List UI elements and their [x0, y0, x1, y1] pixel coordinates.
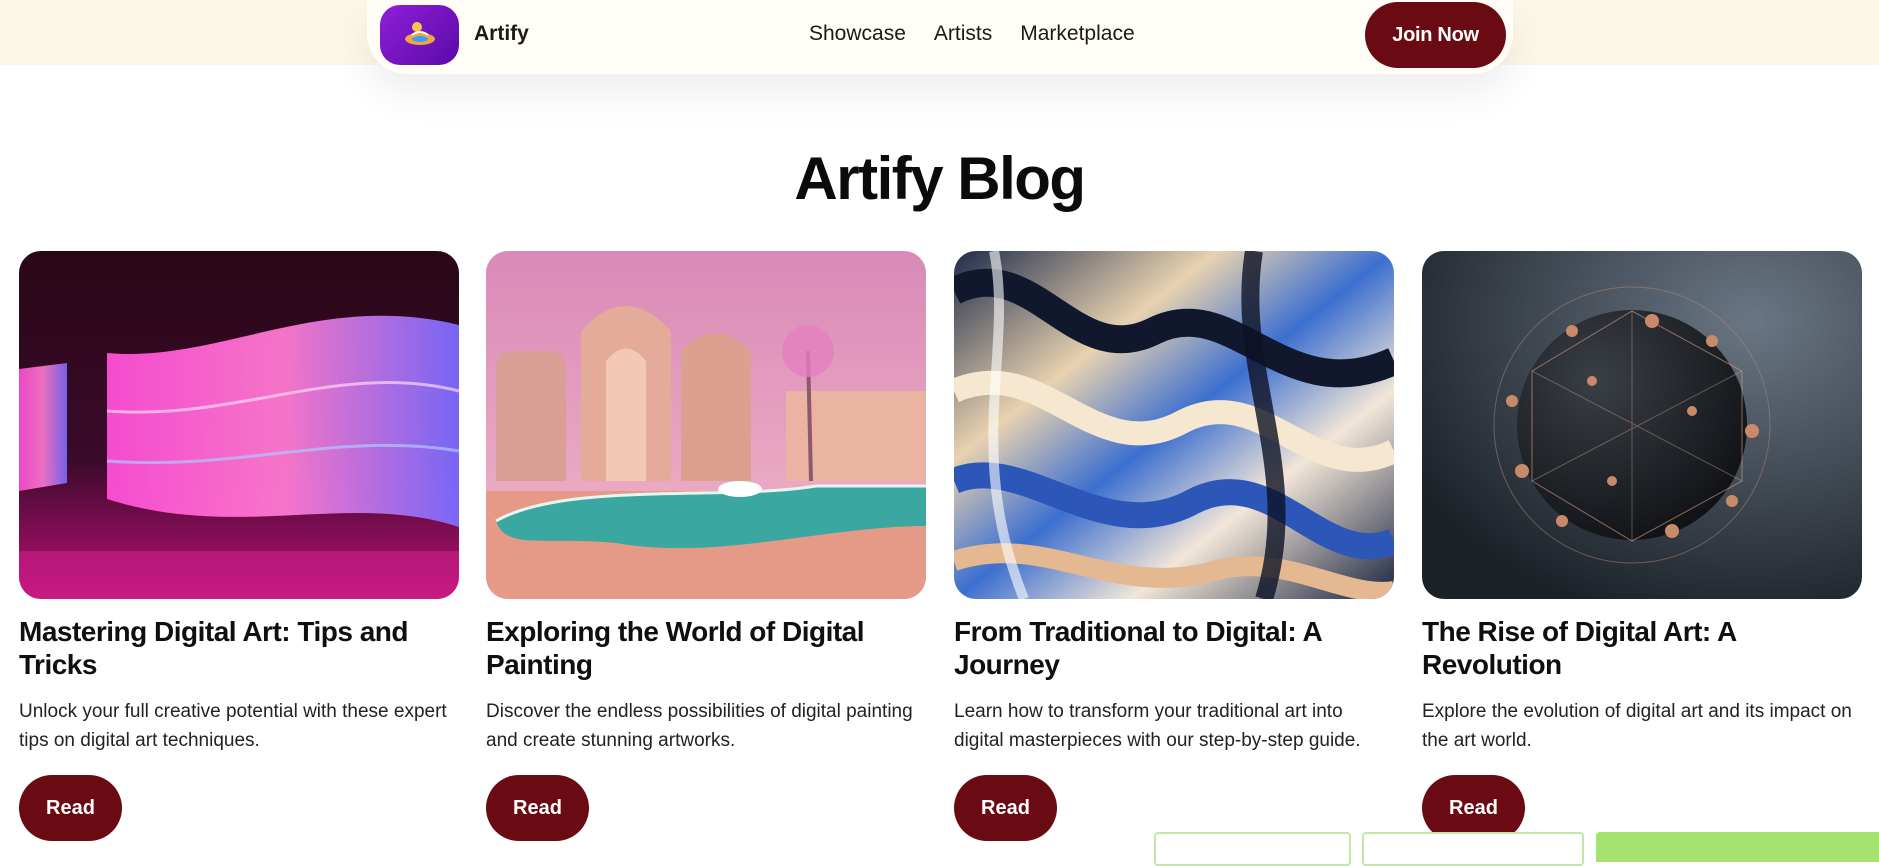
post-title[interactable]: From Traditional to Digital: A Journey	[954, 615, 1394, 681]
read-button[interactable]: Read	[954, 775, 1057, 841]
blog-card: Exploring the World of Digital Painting …	[486, 251, 926, 841]
artify-logo-icon[interactable]	[380, 5, 459, 65]
post-title[interactable]: The Rise of Digital Art: A Revolution	[1422, 615, 1862, 681]
post-description: Unlock your full creative potential with…	[19, 701, 447, 751]
post-title[interactable]: Exploring the World of Digital Painting	[486, 615, 926, 681]
offscreen-green-block	[1596, 832, 1879, 862]
post-image-neon-installation[interactable]	[19, 251, 459, 599]
join-now-button[interactable]: Join Now	[1365, 2, 1506, 68]
post-description: Learn how to transform your traditional …	[954, 701, 1361, 751]
offscreen-element-outline	[1362, 832, 1584, 866]
nav-link-marketplace[interactable]: Marketplace	[1020, 22, 1134, 46]
brand-name: Artify	[474, 22, 529, 45]
blog-card: Mastering Digital Art: Tips and Tricks U…	[19, 251, 459, 841]
post-description: Explore the evolution of digital art and…	[1422, 701, 1852, 751]
blog-card: The Rise of Digital Art: A Revolution Ex…	[1422, 251, 1862, 841]
post-image-dark-sphere[interactable]	[1422, 251, 1862, 599]
read-button[interactable]: Read	[486, 775, 589, 841]
nav-link-showcase[interactable]: Showcase	[809, 22, 906, 46]
post-image-iridescent-waves[interactable]	[954, 251, 1394, 599]
post-title[interactable]: Mastering Digital Art: Tips and Tricks	[19, 615, 459, 681]
nav-link-artists[interactable]: Artists	[934, 22, 992, 46]
post-description: Discover the endless possibilities of di…	[486, 701, 913, 751]
post-image-pink-pool-arches[interactable]	[486, 251, 926, 599]
nav-links: Showcase Artists Marketplace	[809, 22, 1135, 46]
blog-card: From Traditional to Digital: A Journey L…	[954, 251, 1394, 841]
read-button[interactable]: Read	[19, 775, 122, 841]
page-title: Artify Blog	[794, 145, 1086, 212]
navbar: Artify Showcase Artists Marketplace Join…	[367, 0, 1513, 74]
offscreen-element-outline	[1154, 832, 1351, 866]
